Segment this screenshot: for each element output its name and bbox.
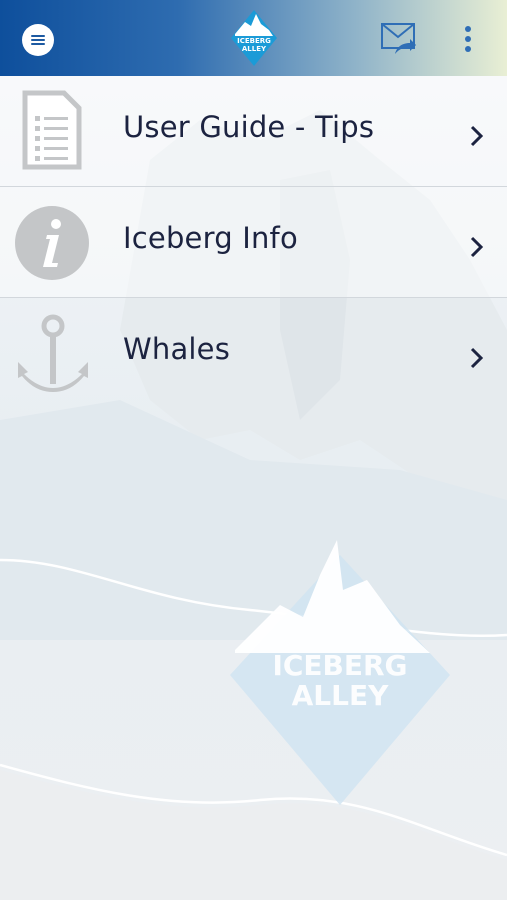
iceberg-alley-watermark-logo: ICEBERG ALLEY [230, 540, 450, 805]
anchor-icon [18, 314, 88, 392]
hamburger-menu-button[interactable] [22, 24, 54, 56]
mail-share-icon[interactable] [381, 22, 417, 56]
more-options-button[interactable] [462, 26, 474, 52]
chevron-right-icon [470, 236, 484, 258]
menu-item-whales[interactable]: Whales [0, 298, 507, 408]
menu-list: User Guide - Tips Iceberg Info Whales [0, 76, 507, 408]
menu-item-label: User Guide - Tips [123, 110, 375, 144]
logo-text-line1: ICEBERG [237, 37, 271, 45]
menu-item-user-guide[interactable]: User Guide - Tips [0, 76, 507, 187]
chevron-right-icon [470, 347, 484, 369]
app-bar: ICEBERG ALLEY [0, 0, 507, 76]
watermark-text-line2: ALLEY [292, 679, 389, 712]
menu-item-label: Iceberg Info [123, 221, 298, 255]
iceberg-alley-logo: ICEBERG ALLEY [231, 10, 277, 66]
logo-text-line2: ALLEY [242, 45, 267, 53]
info-circle-icon [15, 206, 89, 280]
chevron-right-icon [470, 125, 484, 147]
menu-item-label: Whales [123, 332, 231, 366]
document-list-icon [22, 90, 82, 170]
menu-item-iceberg-info[interactable]: Iceberg Info [0, 187, 507, 298]
watermark-text-line1: ICEBERG [272, 649, 407, 682]
